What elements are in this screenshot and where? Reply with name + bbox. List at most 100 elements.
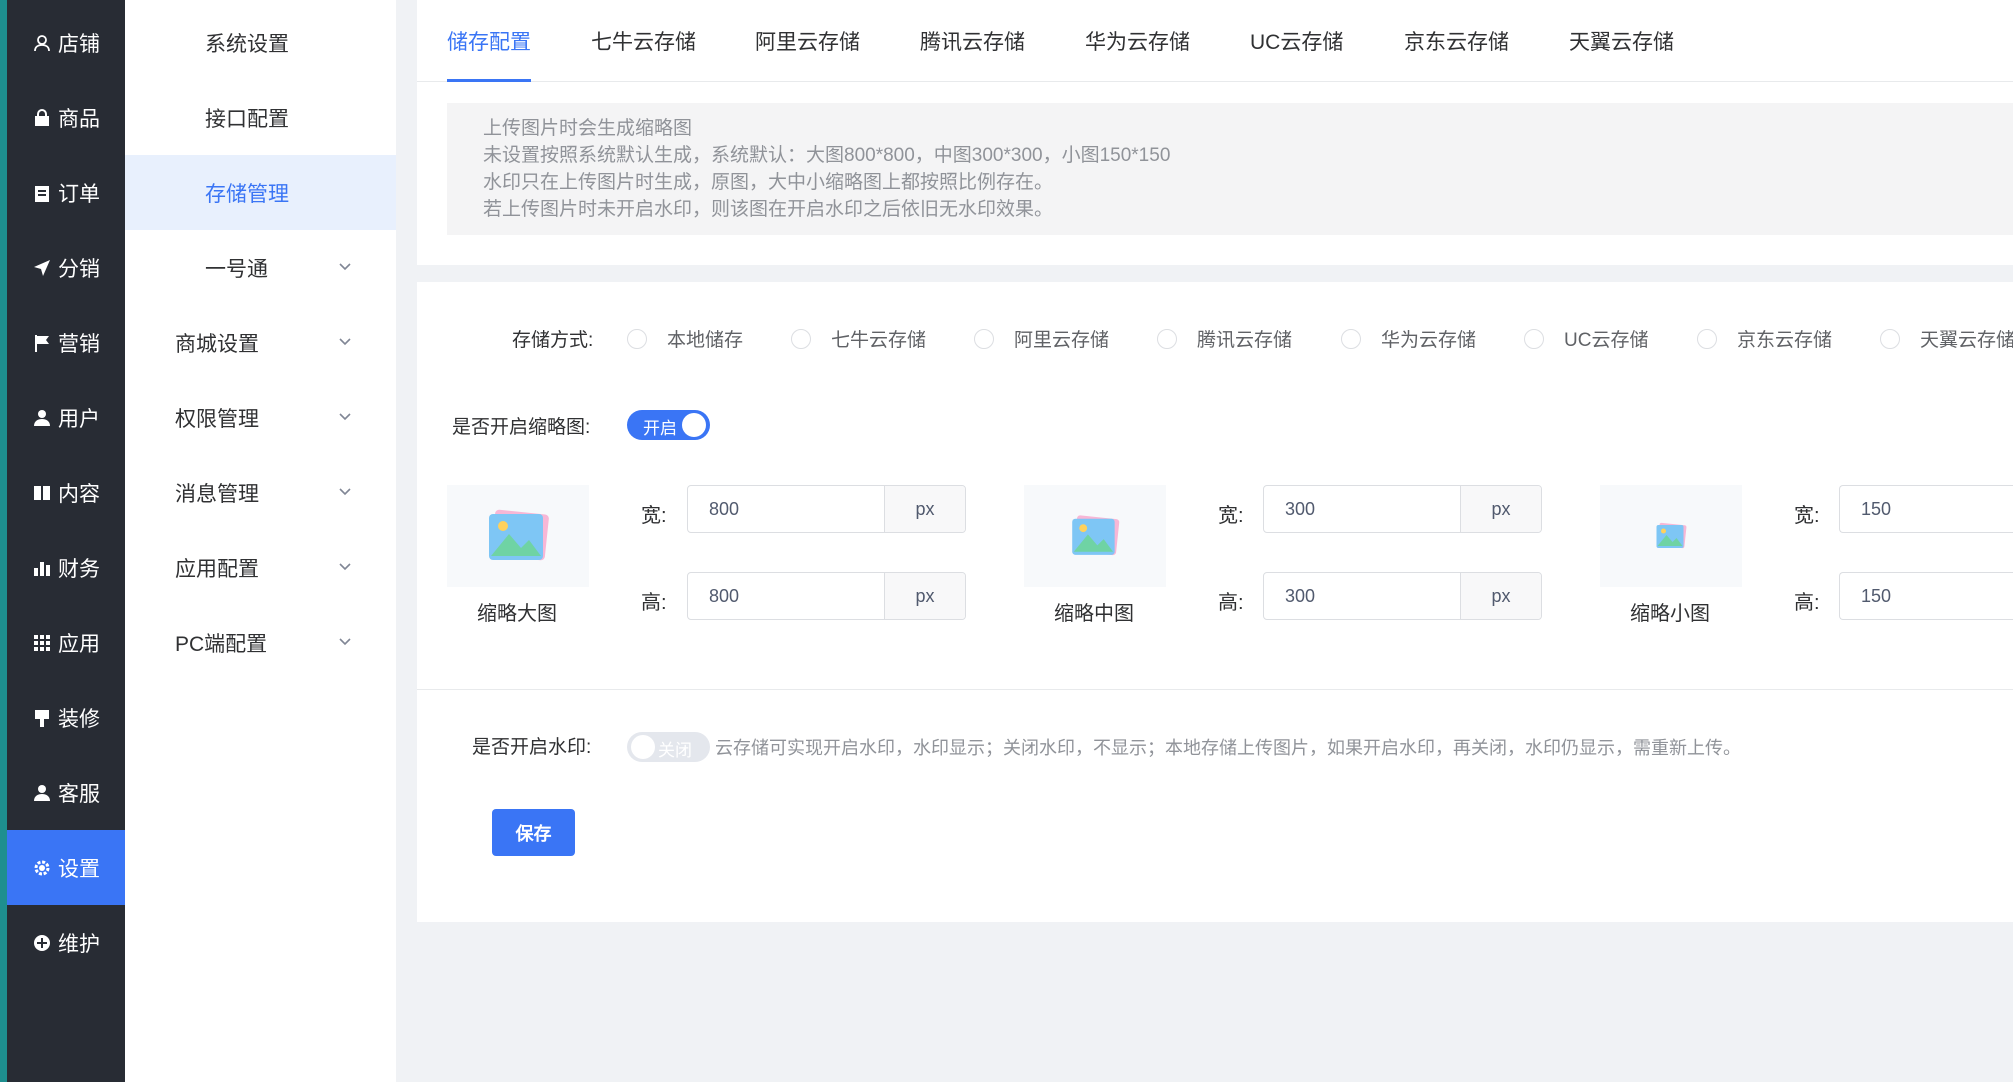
nav-item-marketing[interactable]: 营销	[7, 305, 125, 380]
tab-tianyi[interactable]: 天翼云存储	[1569, 26, 1674, 82]
subnav-yihaotong[interactable]: 一号通	[125, 230, 396, 305]
nav-item-orders[interactable]: 订单	[7, 155, 125, 230]
unit-suffix: px	[884, 486, 965, 532]
nav-item-apps[interactable]: 应用	[7, 605, 125, 680]
height-input[interactable]	[688, 573, 884, 619]
nav-item-store[interactable]: 店铺	[7, 5, 125, 80]
subnav-messages[interactable]: 消息管理	[125, 455, 396, 530]
height-label: 高:	[641, 592, 667, 614]
bar-chart-icon	[32, 558, 52, 578]
height-input[interactable]	[1264, 573, 1460, 619]
nav-item-decoration[interactable]: 装修	[7, 680, 125, 755]
radio-jdcloud[interactable]: 京东云存储	[1697, 325, 1832, 352]
gear-icon	[32, 858, 52, 878]
radio-circle	[791, 328, 811, 349]
image-icon	[1656, 522, 1687, 549]
thumbnail-small-height[interactable]	[1839, 572, 2013, 620]
radio-circle	[627, 328, 647, 349]
subnav-label: 商城设置	[175, 332, 259, 356]
subnav-storage-management[interactable]: 存储管理	[125, 155, 396, 230]
switch-knob	[682, 413, 706, 437]
subnav-mall-settings[interactable]: 商城设置	[125, 305, 396, 380]
radio-aliyun[interactable]: 阿里云存储	[974, 325, 1109, 352]
thumbnail-medium-width[interactable]: px	[1263, 485, 1542, 533]
thumbnail-small-width[interactable]	[1839, 485, 2013, 533]
nav-item-label: 财务	[58, 557, 100, 581]
radio-label: 华为云存储	[1381, 330, 1477, 351]
nav-item-finance[interactable]: 财务	[7, 530, 125, 605]
nav-item-users[interactable]: 用户	[7, 380, 125, 455]
subnav-label: 一号通	[205, 257, 268, 281]
image-icon	[489, 509, 549, 561]
radio-tencent[interactable]: 腾讯云存储	[1157, 325, 1292, 352]
tab-storage-config[interactable]: 储存配置	[447, 26, 531, 82]
nav-item-distribution[interactable]: 分销	[7, 230, 125, 305]
radio-ucloud[interactable]: UC云存储	[1524, 325, 1648, 352]
width-input[interactable]	[1264, 486, 1460, 532]
nav-item-label: 应用	[58, 632, 100, 656]
height-input[interactable]	[1840, 573, 2013, 619]
thumbnail-switch[interactable]: 开启	[627, 410, 710, 440]
tab-tencent[interactable]: 腾讯云存储	[920, 26, 1025, 82]
radio-circle	[1880, 328, 1900, 349]
subnav-label: 应用配置	[175, 557, 259, 581]
radio-huawei[interactable]: 华为云存储	[1341, 325, 1476, 352]
radio-local[interactable]: 本地储存	[627, 325, 743, 352]
subnav-permissions[interactable]: 权限管理	[125, 380, 396, 455]
subnav-label: PC端配置	[175, 632, 268, 656]
nav-item-label: 用户	[58, 407, 100, 431]
tab-aliyun[interactable]: 阿里云存储	[755, 26, 860, 82]
subnav-pc-config[interactable]: PC端配置	[125, 605, 396, 680]
switch-knob	[631, 735, 655, 759]
subnav-label: 存储管理	[205, 182, 289, 206]
storage-config-header: 储存配置 七牛云存储 阿里云存储 腾讯云存储 华为云存储 UC云存储 京东云存储…	[417, 0, 2013, 265]
nav-item-label: 店铺	[58, 32, 100, 56]
form-divider	[417, 689, 2013, 690]
subnav-app-config[interactable]: 应用配置	[125, 530, 396, 605]
radio-qiniu[interactable]: 七牛云存储	[791, 325, 926, 352]
nav-item-label: 商品	[58, 107, 100, 131]
thumbnail-small-preview	[1600, 485, 1742, 587]
width-input[interactable]	[1840, 486, 2013, 532]
radio-label: 阿里云存储	[1014, 330, 1110, 351]
nav-item-goods[interactable]: 商品	[7, 80, 125, 155]
nav-item-maintenance[interactable]: 维护	[7, 905, 125, 980]
headset-icon	[32, 783, 52, 803]
watermark-switch[interactable]: 关闭	[627, 732, 710, 762]
nav-item-settings[interactable]: 设置	[7, 830, 125, 905]
height-label: 高:	[1218, 592, 1244, 614]
storage-method-label: 存储方式:	[512, 330, 594, 351]
notice-line: 水印只在上传图片时生成，原图，大中小缩略图上都按照比例存在。	[483, 172, 1054, 193]
nav-item-label: 营销	[58, 332, 100, 356]
nav-item-service[interactable]: 客服	[7, 755, 125, 830]
radio-tianyi[interactable]: 天翼云存储	[1880, 325, 2013, 352]
thumbnail-medium-height[interactable]: px	[1263, 572, 1542, 620]
tab-huawei[interactable]: 华为云存储	[1085, 26, 1190, 82]
radio-circle	[974, 328, 994, 349]
notice-line: 未设置按照系统默认生成，系统默认：大图800*800，中图300*300，小图1…	[483, 145, 1171, 166]
unit-suffix: px	[1460, 573, 1541, 619]
radio-circle	[1157, 328, 1177, 349]
subnav-api-config[interactable]: 接口配置	[125, 80, 396, 155]
width-label: 宽:	[641, 505, 667, 527]
primary-sidebar: 店铺 商品 订单 分销 营销 用户 内容 财务 应用 装修 客服 设置 维护	[0, 0, 125, 1082]
height-label: 高:	[1794, 592, 1820, 614]
radio-circle	[1341, 328, 1361, 349]
grid-icon	[32, 633, 52, 653]
tab-jdcloud[interactable]: 京东云存储	[1404, 26, 1509, 82]
save-button[interactable]: 保存	[492, 809, 575, 856]
thumbnail-small-label: 缩略小图	[1630, 603, 1710, 625]
nav-item-content[interactable]: 内容	[7, 455, 125, 530]
thumbnail-medium-preview	[1024, 485, 1166, 587]
chevron-down-icon	[339, 488, 351, 496]
watermark-hint: 云存储可实现开启水印，水印显示；关闭水印，不显示；本地存储上传图片，如果开启水印…	[715, 738, 1741, 758]
width-label: 宽:	[1218, 505, 1244, 527]
nav-item-label: 分销	[58, 257, 100, 281]
thumbnail-large-height[interactable]: px	[687, 572, 966, 620]
thumbnail-large-width[interactable]: px	[687, 485, 966, 533]
subnav-system-settings[interactable]: 系统设置	[125, 5, 396, 80]
width-input[interactable]	[688, 486, 884, 532]
thumbnail-large-label: 缩略大图	[477, 603, 557, 625]
tab-ucloud[interactable]: UC云存储	[1250, 26, 1343, 82]
tab-qiniu[interactable]: 七牛云存储	[591, 26, 696, 82]
